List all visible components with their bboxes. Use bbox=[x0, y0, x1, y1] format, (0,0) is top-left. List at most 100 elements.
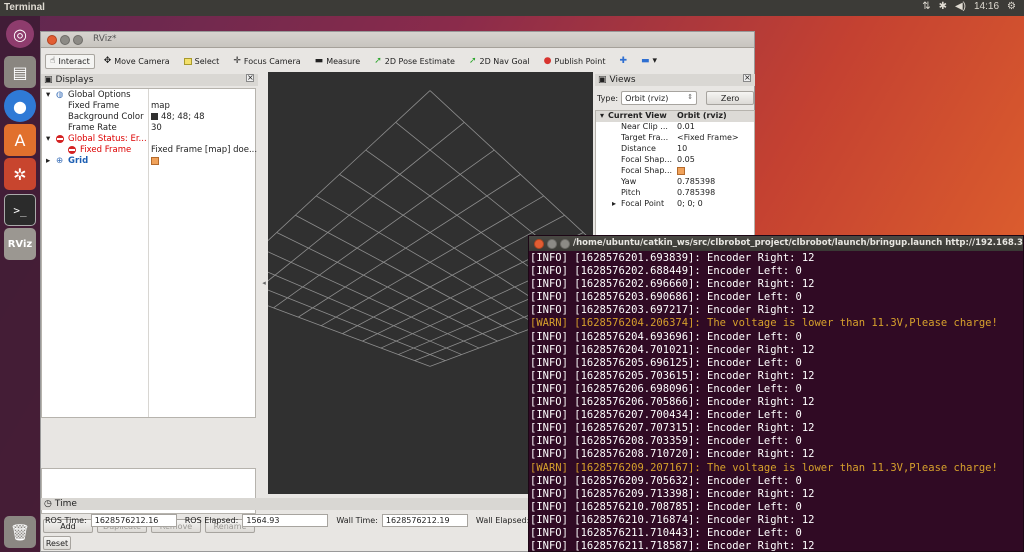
rviz-icon-label: RViz bbox=[7, 238, 33, 250]
terminal-info-line: [INFO] [1628576201.693839]: Encoder Righ… bbox=[530, 252, 815, 264]
views-panel-header: ▣ Views × bbox=[595, 74, 755, 86]
add-tool-button[interactable]: ✚ bbox=[614, 54, 632, 69]
terminal-info-line: [INFO] [1628576204.701021]: Encoder Righ… bbox=[530, 343, 815, 356]
view-row[interactable]: Yaw 0.785398 bbox=[596, 177, 754, 188]
files-icon[interactable]: ▤ bbox=[4, 56, 36, 88]
focal-point-value[interactable]: 0; 0; 0 bbox=[677, 199, 703, 208]
focal-shape-fixed-checkbox[interactable] bbox=[677, 166, 685, 175]
minimize-window-button[interactable] bbox=[60, 35, 70, 45]
tree-row-grid[interactable]: ▸ ⊕ Grid bbox=[42, 156, 257, 167]
focal-shape-fixed-key: Focal Shap... bbox=[621, 166, 673, 175]
system-tray: ⇅ ✱ ◀) 14:16 ⚙ bbox=[922, 1, 1016, 12]
global-options-label: Global Options bbox=[68, 90, 131, 100]
reset-button[interactable]: Reset bbox=[43, 536, 71, 550]
pose-estimate-tool-button[interactable]: ➚ 2D Pose Estimate bbox=[369, 54, 460, 69]
fixed-frame-error-key: Fixed Frame bbox=[80, 145, 132, 155]
interact-tool-button[interactable]: ☝ Interact bbox=[45, 53, 95, 69]
error-icon bbox=[56, 134, 64, 144]
bluetooth-icon[interactable]: ✱ bbox=[939, 1, 947, 12]
maximize-window-button[interactable] bbox=[560, 239, 570, 249]
view-type-row: Type: Orbit (rviz) Zero bbox=[595, 90, 755, 106]
focus-camera-tool-button[interactable]: ✛ Focus Camera bbox=[228, 54, 305, 69]
tree-row-fixed-frame[interactable]: Fixed Frame map bbox=[42, 101, 257, 112]
displays-tree: ▾ ◍ Global Options Fixed Frame map Backg… bbox=[41, 88, 257, 418]
select-tool-button[interactable]: Select bbox=[179, 54, 225, 69]
tree-row-frame-rate[interactable]: Frame Rate 30 bbox=[42, 123, 257, 134]
view-type-select[interactable]: Orbit (rviz) bbox=[621, 91, 698, 105]
terminal-info-line: [INFO] [1628576205.703615]: Encoder Righ… bbox=[530, 369, 815, 382]
background-color-value[interactable]: 48; 48; 48 bbox=[151, 112, 205, 122]
expand-arrow-icon[interactable]: ▾ bbox=[46, 134, 50, 144]
ros-time-field[interactable]: 1628576212.16 bbox=[90, 514, 177, 527]
expand-arrow-icon[interactable]: ▾ bbox=[46, 90, 50, 100]
measure-tool-button[interactable]: ▬ Measure bbox=[310, 54, 366, 69]
keyboard-icon[interactable]: ⇅ bbox=[922, 1, 930, 12]
expand-arrow-icon[interactable]: ▸ bbox=[46, 156, 50, 166]
active-app-title: Terminal bbox=[4, 2, 45, 13]
frame-rate-value[interactable]: 30 bbox=[151, 123, 162, 133]
maximize-window-button[interactable] bbox=[73, 35, 83, 45]
settings-icon[interactable]: ✲ bbox=[4, 158, 36, 190]
distance-key: Distance bbox=[621, 144, 656, 153]
target-frame-value[interactable]: <Fixed Frame> bbox=[677, 133, 739, 142]
terminal-icon[interactable]: >_ bbox=[4, 194, 36, 226]
view-row[interactable]: Near Clip ... 0.01 bbox=[596, 122, 754, 133]
volume-icon[interactable]: ◀) bbox=[955, 1, 966, 12]
global-status-label: Global Status: Er... bbox=[68, 134, 147, 144]
close-window-button[interactable] bbox=[47, 35, 57, 45]
top-panel: Terminal ⇅ ✱ ◀) 14:16 ⚙ bbox=[0, 0, 1024, 16]
measure-label: Measure bbox=[326, 56, 361, 66]
chromium-icon[interactable]: ● bbox=[4, 90, 36, 122]
view-row[interactable]: Focal Shap... bbox=[596, 166, 754, 177]
distance-value[interactable]: 10 bbox=[677, 144, 687, 153]
expand-arrow-icon[interactable]: ▸ bbox=[612, 199, 616, 208]
terminal-info-line: [INFO] [1628576210.708785]: Encoder Left… bbox=[530, 500, 802, 513]
gear-icon[interactable]: ⚙ bbox=[1007, 1, 1016, 12]
software-center-icon[interactable]: A bbox=[4, 124, 36, 156]
view-row[interactable]: Focal Shap... 0.05 bbox=[596, 155, 754, 166]
yaw-value[interactable]: 0.785398 bbox=[677, 177, 715, 186]
terminal-info-line: [INFO] [1628576202.688449]: Encoder Left… bbox=[530, 265, 802, 278]
pose-estimate-label: 2D Pose Estimate bbox=[384, 56, 455, 66]
fixed-frame-key: Fixed Frame bbox=[68, 101, 120, 111]
view-row[interactable]: Pitch 0.785398 bbox=[596, 188, 754, 199]
rviz-titlebar[interactable]: RViz* bbox=[41, 32, 754, 48]
minimize-window-button[interactable] bbox=[547, 239, 557, 249]
publish-point-tool-button[interactable]: ● Publish Point bbox=[539, 54, 611, 69]
wall-time-field[interactable]: 1628576212.19 bbox=[381, 514, 468, 527]
trash-icon[interactable]: 🗑 bbox=[4, 516, 36, 548]
close-icon[interactable]: × bbox=[743, 74, 751, 82]
background-color-text: 48; 48; 48 bbox=[161, 112, 205, 122]
rviz-icon[interactable]: RViz bbox=[4, 228, 36, 260]
focal-shape-size-value[interactable]: 0.05 bbox=[677, 155, 695, 164]
pitch-value[interactable]: 0.785398 bbox=[677, 188, 715, 197]
view-row[interactable]: Target Fra... <Fixed Frame> bbox=[596, 133, 754, 144]
close-icon[interactable]: × bbox=[246, 74, 254, 82]
tree-row-fixed-frame-error[interactable]: Fixed Frame Fixed Frame [map] doe... bbox=[42, 145, 257, 156]
ros-elapsed-field[interactable]: 1564.93 bbox=[242, 514, 329, 527]
expand-arrow-icon[interactable]: ▾ bbox=[600, 111, 604, 120]
close-window-button[interactable] bbox=[534, 239, 544, 249]
tree-row-global-status[interactable]: ▾ Global Status: Er... bbox=[42, 134, 257, 145]
grid-line bbox=[268, 289, 446, 362]
ubuntu-logo-icon[interactable]: ◎ bbox=[6, 20, 34, 48]
rviz-window-title: RViz* bbox=[93, 34, 117, 44]
near-clip-value[interactable]: 0.01 bbox=[677, 122, 695, 131]
terminal-output[interactable]: [INFO] [1628576201.693839]: Encoder Righ… bbox=[529, 252, 1024, 552]
clock[interactable]: 14:16 bbox=[974, 1, 999, 12]
move-camera-label: Move Camera bbox=[114, 56, 170, 66]
terminal-titlebar[interactable]: /home/ubuntu/catkin_ws/src/clbrobot_proj… bbox=[529, 236, 1023, 251]
view-row[interactable]: Distance 10 bbox=[596, 144, 754, 155]
current-view-row[interactable]: ▾ Current View Orbit (rviz) bbox=[596, 111, 754, 122]
terminal-info-line: [INFO] [1628576208.710720]: Encoder Righ… bbox=[530, 448, 815, 461]
remove-tool-button[interactable]: ▬ ▾ bbox=[636, 54, 662, 69]
view-row[interactable]: ▸ Focal Point 0; 0; 0 bbox=[596, 199, 754, 210]
grid-enabled-checkbox[interactable] bbox=[151, 156, 159, 166]
tree-row-background-color[interactable]: Background Color 48; 48; 48 bbox=[42, 112, 257, 123]
nav-goal-tool-button[interactable]: ➚ 2D Nav Goal bbox=[464, 54, 535, 69]
tree-row-global-options[interactable]: ▾ ◍ Global Options bbox=[42, 90, 257, 101]
fixed-frame-value[interactable]: map bbox=[151, 101, 170, 111]
zero-button[interactable]: Zero bbox=[706, 91, 755, 105]
panel-splitter[interactable]: ◂ bbox=[260, 72, 268, 494]
move-camera-tool-button[interactable]: ✥ Move Camera bbox=[99, 54, 175, 69]
